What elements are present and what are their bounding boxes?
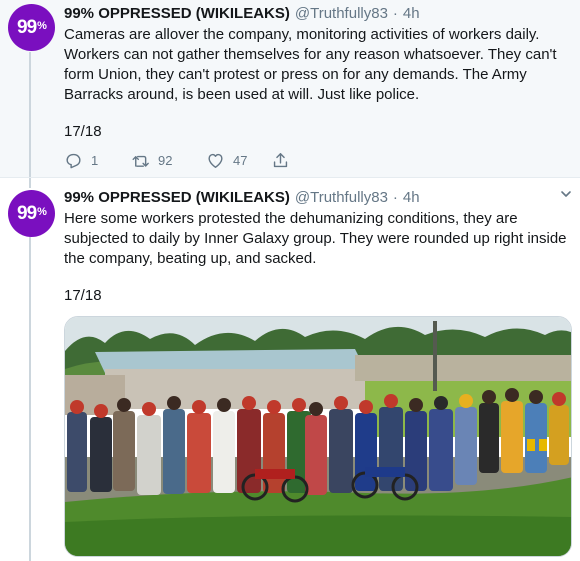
display-name[interactable]: 99% OPPRESSED (WIKILEAKS): [64, 5, 290, 22]
separator-dot: ·: [392, 188, 398, 206]
retweet-count: 92: [158, 153, 173, 168]
tweet-text: Here some workers protested the dehumani…: [64, 210, 567, 267]
tweet-photo[interactable]: [64, 316, 572, 557]
timestamp[interactable]: 4h: [403, 189, 420, 206]
avatar-suffix: %: [37, 205, 47, 218]
reply-button[interactable]: 1: [64, 151, 131, 170]
tweet[interactable]: 99% 99% OPPRESSED (WIKILEAKS) @Truthfull…: [0, 178, 580, 561]
retweet-button[interactable]: 92: [131, 151, 206, 170]
thread-counter: 17/18: [64, 287, 102, 304]
timestamp[interactable]: 4h: [403, 5, 420, 22]
heart-icon: [208, 153, 223, 168]
reply-count: 1: [91, 153, 99, 168]
thread-line: [29, 178, 31, 188]
like-count: 47: [233, 153, 248, 168]
retweet-icon: [132, 155, 149, 167]
like-button[interactable]: 47: [206, 151, 271, 170]
tweet-actions: 1 92 47: [64, 151, 580, 170]
thread-line: [29, 52, 31, 177]
avatar[interactable]: 99%: [8, 190, 55, 237]
thread-line: [29, 236, 31, 561]
tweet-header: 99% OPPRESSED (WIKILEAKS) @Truthfully83 …: [64, 178, 580, 208]
avatar-suffix: %: [37, 19, 47, 32]
reply-icon: [66, 153, 81, 169]
chevron-down-icon[interactable]: [560, 188, 572, 200]
tweet-header: 99% OPPRESSED (WIKILEAKS) @Truthfully83 …: [64, 0, 580, 24]
user-handle[interactable]: @Truthfully83: [295, 5, 388, 22]
separator-dot: ·: [392, 4, 398, 22]
avatar[interactable]: 99%: [8, 4, 55, 51]
share-button[interactable]: [271, 151, 290, 170]
share-icon: [273, 153, 288, 168]
display-name[interactable]: 99% OPPRESSED (WIKILEAKS): [64, 189, 290, 206]
user-handle[interactable]: @Truthfully83: [295, 189, 388, 206]
photo-crowd-of-workers: [65, 317, 571, 556]
avatar-text: 99: [17, 202, 37, 224]
tweet[interactable]: 99% 99% OPPRESSED (WIKILEAKS) @Truthfull…: [0, 0, 580, 178]
tweet-text: Cameras are allover the company, monitor…: [64, 26, 557, 103]
avatar-text: 99: [17, 16, 37, 38]
thread-counter: 17/18: [64, 123, 102, 140]
